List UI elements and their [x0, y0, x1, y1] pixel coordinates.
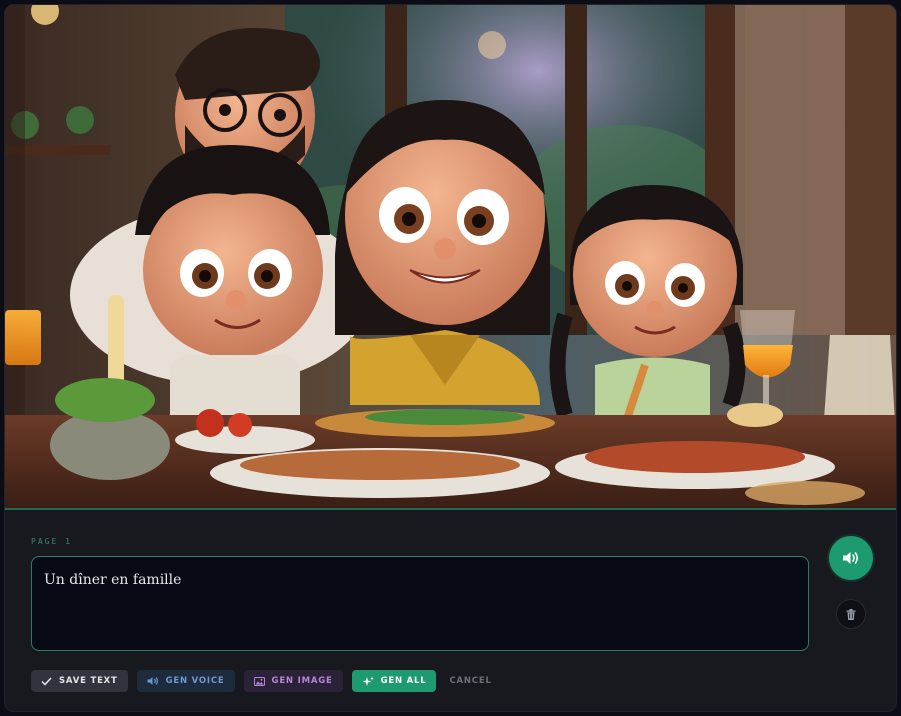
action-bar: SAVE TEXT GEN VOICE GEN IMAGE GEN ALL CA… — [31, 670, 505, 692]
page-card: PAGE 1 Un dîner en famille SAVE TEXT GEN… — [4, 4, 897, 712]
cancel-button[interactable]: CANCEL — [445, 670, 495, 692]
family-dinner-illustration — [5, 5, 896, 508]
save-text-label: SAVE TEXT — [59, 676, 118, 686]
page-editor-panel: PAGE 1 Un dîner en famille SAVE TEXT GEN… — [5, 510, 896, 711]
cancel-label: CANCEL — [449, 676, 492, 686]
gen-all-button[interactable]: GEN ALL — [351, 670, 437, 692]
gen-voice-label: GEN VOICE — [165, 676, 225, 686]
speaker-icon — [147, 676, 159, 686]
gen-all-label: GEN ALL — [380, 676, 427, 686]
gen-image-button[interactable]: GEN IMAGE — [243, 670, 343, 692]
speaker-icon — [843, 552, 859, 564]
trash-icon — [846, 608, 856, 620]
play-voice-button[interactable] — [829, 536, 873, 580]
delete-page-button[interactable] — [836, 599, 866, 629]
image-icon — [253, 676, 265, 686]
sparkles-icon — [362, 676, 374, 687]
page-illustration — [5, 5, 896, 508]
gen-voice-button[interactable]: GEN VOICE — [136, 670, 235, 692]
check-icon — [41, 676, 52, 686]
page-text-input[interactable]: Un dîner en famille — [31, 556, 809, 651]
save-text-button[interactable]: SAVE TEXT — [31, 670, 128, 692]
page-label: PAGE 1 — [31, 537, 72, 546]
gen-image-label: GEN IMAGE — [271, 676, 333, 686]
